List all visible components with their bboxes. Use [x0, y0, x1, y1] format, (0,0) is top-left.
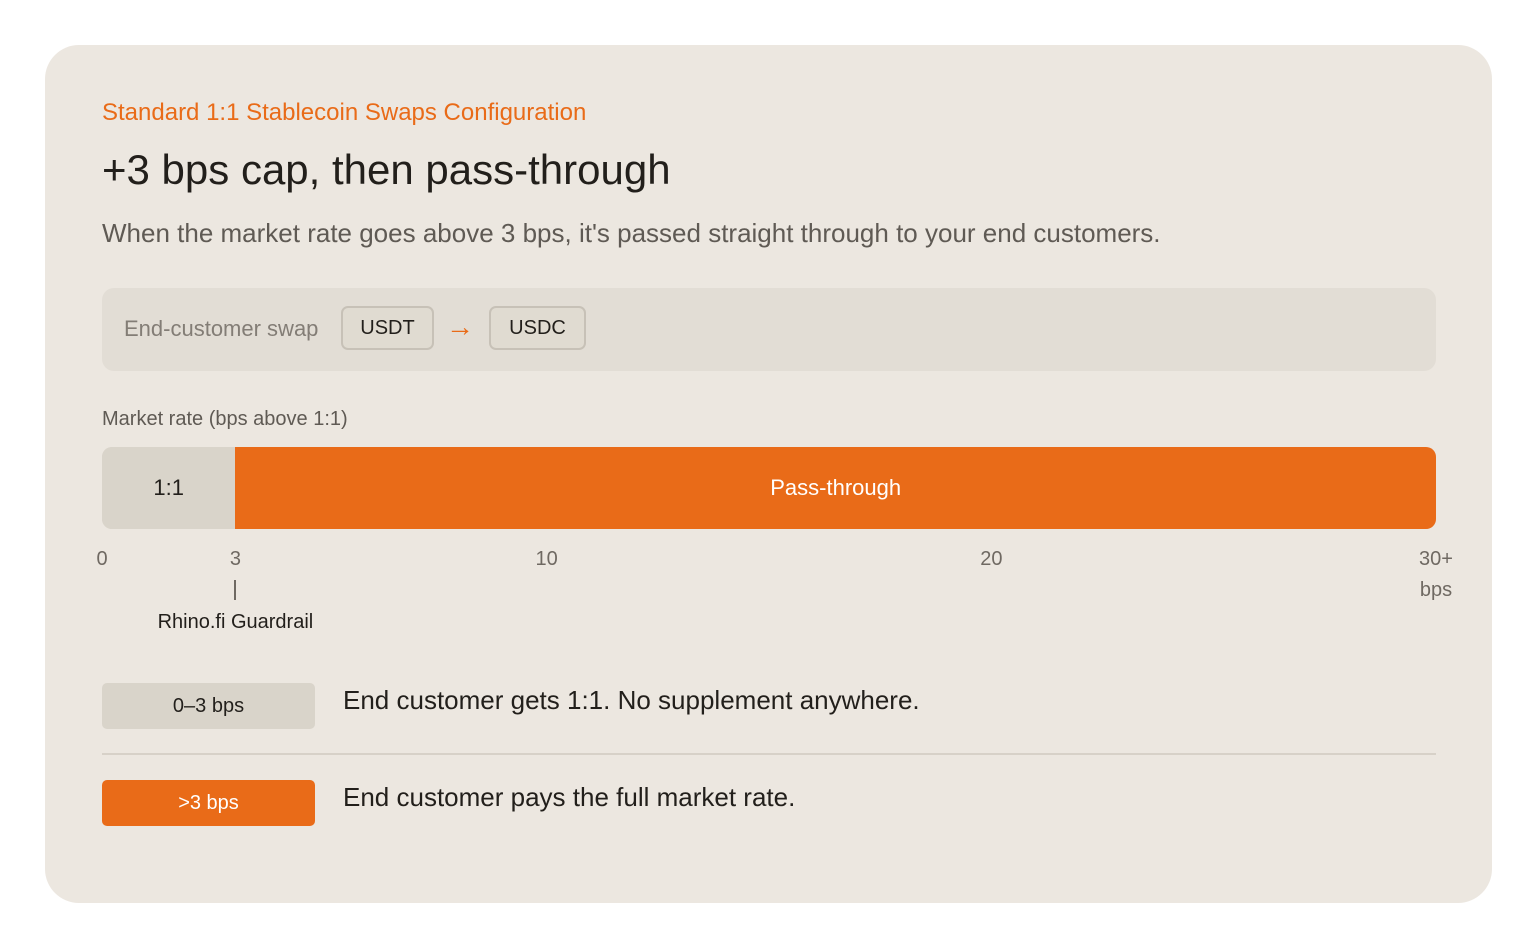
axis-title: Market rate (bps above 1:1): [102, 408, 348, 430]
legend-row-pass-through: >3 bps End customer pays the full market…: [102, 780, 1436, 828]
guardrail-marker: [234, 580, 237, 600]
divider: [102, 753, 1436, 755]
tick-label: 30+: [1419, 548, 1453, 570]
segment-pass-through: Pass-through: [235, 447, 1436, 529]
arrow-right-icon: →: [446, 311, 474, 342]
legend-row-cap: 0–3 bps End customer gets 1:1. No supple…: [102, 683, 1436, 731]
from-token-pill: USDT: [341, 306, 434, 350]
range-badge: >3 bps: [102, 780, 315, 826]
legend-text: End customer gets 1:1. No supplement any…: [343, 685, 920, 715]
swap-panel: End-customer swap USDT → USDC: [102, 288, 1436, 371]
page-subtitle: When the market rate goes above 3 bps, i…: [102, 218, 1161, 248]
segment-cap: 1:1: [102, 447, 236, 529]
tick-unit-label: bps: [1419, 579, 1453, 601]
page-title: +3 bps cap, then pass-through: [102, 146, 671, 193]
config-card: Standard 1:1 Stablecoin Swaps Configurat…: [45, 45, 1492, 903]
to-token-pill: USDC: [489, 306, 586, 350]
range-badge: 0–3 bps: [102, 683, 315, 729]
tick-label: 0: [96, 548, 108, 570]
tick-label: 3: [229, 548, 241, 570]
guardrail-label: Rhino.fi Guardrail: [157, 611, 314, 633]
rate-bar: 1:1 Pass-through: [102, 447, 1436, 529]
tick-label: 20: [980, 548, 1003, 570]
legend-text: End customer pays the full market rate.: [343, 782, 796, 812]
tick-label: 10: [535, 548, 558, 570]
config-eyebrow: Standard 1:1 Stablecoin Swaps Configurat…: [102, 99, 587, 126]
swap-label: End-customer swap: [124, 316, 319, 341]
